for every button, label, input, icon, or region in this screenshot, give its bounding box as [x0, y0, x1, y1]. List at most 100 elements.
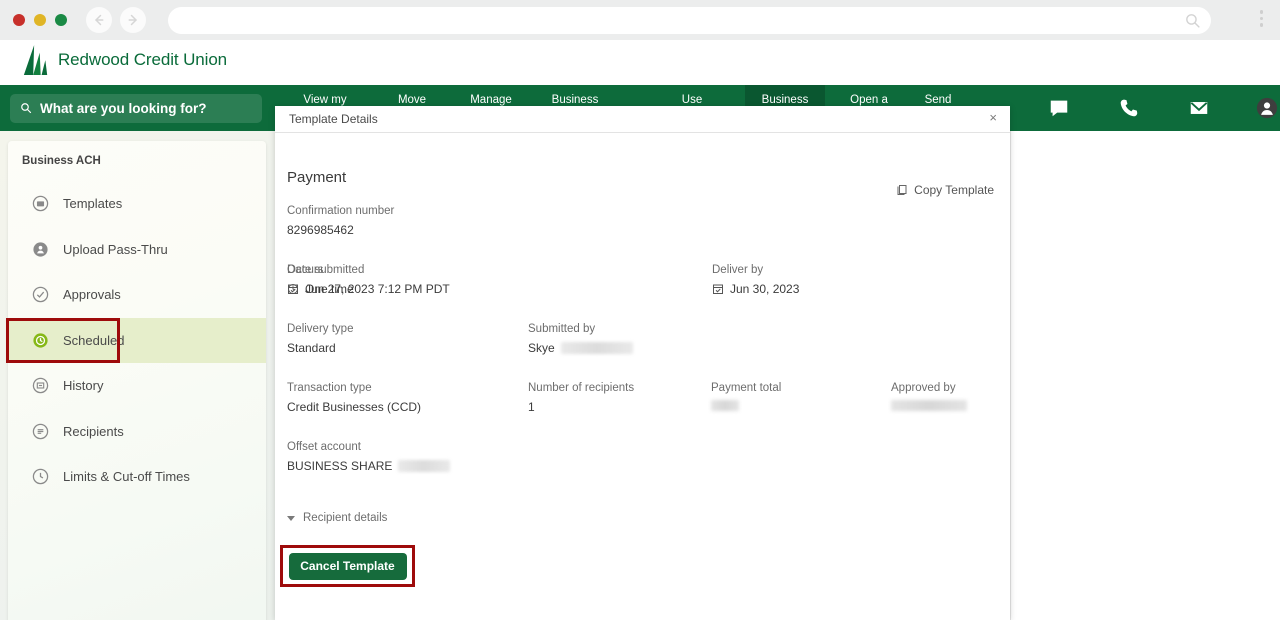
field-value: Skye	[528, 341, 633, 355]
field-row: Confirmation number 8296985462	[287, 205, 997, 264]
clock-outline-icon	[32, 468, 49, 485]
browser-menu-button[interactable]	[1259, 10, 1263, 27]
window-minimize-button[interactable]	[34, 14, 46, 26]
sidebar-item-label: History	[63, 378, 104, 393]
details-fields: Confirmation number 8296985462 Date subm…	[287, 205, 997, 500]
sidebar-item-approvals[interactable]: Approvals	[8, 272, 266, 317]
calendar-check-icon	[713, 284, 723, 294]
app-root: Redwood Credit Union What are you lookin…	[0, 0, 1280, 620]
field-row: Delivery type Standard Submitted by Skye	[287, 323, 997, 382]
field-row: Transaction type Credit Businesses (CCD)…	[287, 382, 997, 441]
recipient-details-toggle[interactable]: Recipient details	[287, 512, 387, 524]
arrow-left-icon	[95, 14, 104, 26]
sidebar-item-upload-pass-thru[interactable]: Upload Pass-Thru	[8, 227, 266, 272]
field-submitted-by: Submitted by Skye	[528, 323, 633, 355]
field-value: One time	[287, 282, 354, 296]
field-value: 1	[528, 400, 634, 414]
phone-icon[interactable]	[1118, 97, 1140, 119]
address-bar[interactable]	[168, 7, 1211, 34]
copy-template-button[interactable]: Copy Template	[896, 183, 994, 197]
confirmation-number-value: 8296985462	[287, 223, 354, 237]
modal-title: Template Details	[289, 112, 378, 126]
sidebar-item-label: Templates	[63, 196, 123, 211]
field-row: Date submitted Jun 27, 2023 7:12 PM PDT …	[287, 264, 997, 323]
delivery-type-value: Standard	[287, 341, 336, 355]
window-close-button[interactable]	[13, 14, 25, 26]
arrow-right-icon	[128, 14, 137, 26]
copy-icon	[897, 185, 907, 195]
upload-user-icon	[33, 241, 48, 257]
forward-button[interactable]	[120, 7, 146, 33]
header-utility-icons	[1010, 85, 1280, 131]
field-offset-account: Offset account BUSINESS SHARE	[287, 441, 451, 473]
field-value: BUSINESS SHARE	[287, 459, 451, 473]
field-transaction-type: Transaction type Credit Businesses (CCD)	[287, 382, 421, 414]
browser-chrome	[0, 0, 1280, 40]
field-number-of-recipients: Number of recipients 1	[528, 382, 634, 414]
sidebar-item-label: Scheduled	[63, 332, 125, 348]
envelope-icon[interactable]	[1188, 97, 1210, 119]
copy-template-label: Copy Template	[914, 183, 994, 197]
offset-account-value: BUSINESS SHARE	[287, 459, 393, 473]
check-circle-icon	[32, 286, 49, 303]
field-row: Offset account BUSINESS SHARE	[287, 441, 997, 500]
sidebar-item-label: Approvals	[63, 287, 121, 302]
search-icon	[21, 103, 32, 114]
modal-header: Template Details ×	[275, 106, 1010, 133]
occurs-value: One time	[305, 282, 354, 296]
sidebar-item-label: Recipients	[63, 423, 124, 439]
field-value	[891, 400, 967, 411]
close-icon[interactable]: ×	[989, 111, 997, 124]
sidebar-item-history[interactable]: History	[8, 363, 266, 408]
redacted-region	[398, 460, 451, 472]
field-label: Transaction type	[287, 382, 372, 394]
submitted-by-value: Skye	[528, 341, 555, 355]
sidebar: Business ACH Templates Upload Pass-Thru Ap…	[8, 141, 266, 620]
field-label: Occurs	[287, 264, 324, 276]
deliver-by-value: Jun 30, 2023	[730, 282, 800, 296]
sidebar-item-scheduled[interactable]: Scheduled	[8, 317, 266, 363]
field-label: Confirmation number	[287, 205, 395, 217]
field-value: Jun 30, 2023	[712, 282, 799, 296]
site-search-placeholder: What are you looking for?	[40, 101, 207, 116]
field-label: Offset account	[287, 441, 361, 453]
redwood-tree-logo-icon	[23, 45, 48, 75]
field-deliver-by: Deliver by Jun 30, 2023	[712, 264, 799, 296]
template-details-modal: Template Details × Payment Copy Template…	[275, 106, 1010, 620]
brand-bar: Redwood Credit Union	[0, 40, 1280, 85]
back-button[interactable]	[86, 7, 112, 33]
recipient-details-label: Recipient details	[303, 512, 388, 524]
redacted-region	[560, 342, 633, 354]
sidebar-item-recipients[interactable]: Recipients	[8, 409, 266, 454]
sidebar-title: Business ACH	[22, 155, 101, 167]
field-occurs: Occurs One time	[287, 264, 354, 296]
field-label: Payment total	[711, 382, 782, 394]
redacted-region	[711, 400, 739, 411]
field-delivery-type: Delivery type Standard	[287, 323, 353, 355]
field-value: Credit Businesses (CCD)	[287, 400, 421, 414]
payment-heading: Payment	[287, 169, 347, 186]
chat-bubble-icon[interactable]	[1048, 97, 1070, 119]
transaction-type-value: Credit Businesses (CCD)	[287, 400, 422, 414]
sidebar-item-limits-cut-off-times[interactable]: Limits & Cut-off Times	[8, 454, 266, 499]
cancel-template-highlight-annotation: Cancel Template	[280, 545, 415, 587]
user-avatar-icon[interactable]	[1256, 97, 1278, 119]
templates-icon	[32, 195, 49, 212]
field-value: Standard	[287, 341, 353, 355]
field-confirmation-number: Confirmation number 8296985462	[287, 205, 394, 237]
window-maximize-button[interactable]	[55, 14, 67, 26]
cancel-template-button[interactable]: Cancel Template	[288, 552, 407, 580]
brand-name: Redwood Credit Union	[58, 50, 228, 69]
number-of-recipients-value: 1	[528, 400, 535, 414]
clock-icon	[288, 284, 298, 294]
field-approved-by: Approved by	[891, 382, 967, 411]
sidebar-item-label: Upload Pass-Thru	[63, 241, 168, 257]
field-value: 8296985462	[287, 223, 394, 237]
search-icon	[1186, 14, 1200, 28]
sidebar-item-label: Limits & Cut-off Times	[63, 469, 190, 484]
field-label: Deliver by	[712, 264, 764, 276]
sidebar-item-templates[interactable]: Templates	[8, 181, 266, 226]
caret-down-icon	[287, 515, 295, 521]
site-search-box[interactable]: What are you looking for?	[10, 94, 262, 123]
redacted-region	[891, 400, 967, 411]
